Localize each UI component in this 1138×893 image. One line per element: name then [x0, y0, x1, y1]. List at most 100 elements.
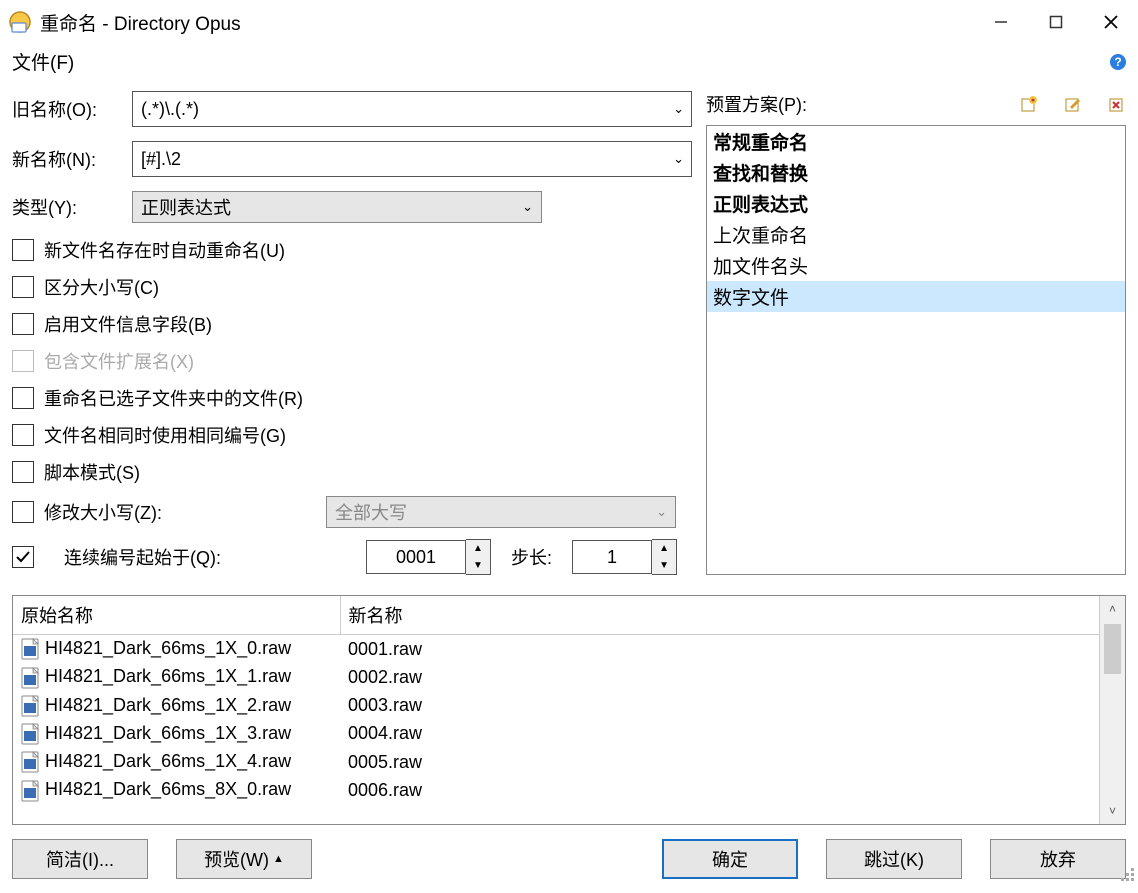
- help-icon[interactable]: ?: [1110, 54, 1126, 70]
- table-row[interactable]: HI4821_Dark_66ms_1X_2.raw0003.raw: [13, 692, 1099, 720]
- case-option-value: 全部大写: [335, 499, 407, 525]
- file-icon: [21, 723, 39, 745]
- script-mode-checkbox[interactable]: [12, 461, 34, 483]
- seq-start-spinner: ▲ ▼: [366, 539, 491, 575]
- modify-case-checkbox[interactable]: [12, 501, 34, 523]
- auto-rename-label: 新文件名存在时自动重命名(U): [44, 237, 285, 263]
- preview-button[interactable]: 预览(W)▲: [176, 839, 312, 879]
- cell-original: HI4821_Dark_66ms_1X_1.raw: [13, 663, 340, 691]
- delete-preset-icon[interactable]: [1108, 95, 1126, 113]
- table-row[interactable]: HI4821_Dark_66ms_1X_1.raw0002.raw: [13, 663, 1099, 691]
- seq-start-input[interactable]: [366, 540, 466, 574]
- add-preset-icon[interactable]: ✶: [1020, 95, 1038, 113]
- scroll-up-icon[interactable]: ˄: [1100, 596, 1125, 622]
- preset-item[interactable]: 数字文件: [707, 281, 1125, 312]
- col-newname[interactable]: 新名称: [340, 596, 1099, 635]
- cell-newname: 0001.raw: [340, 635, 1099, 664]
- abandon-button[interactable]: 放弃: [990, 839, 1126, 879]
- auto-rename-checkbox[interactable]: [12, 239, 34, 261]
- preset-item[interactable]: 加文件名头: [707, 250, 1125, 281]
- simple-button[interactable]: 简洁(I)...: [12, 839, 148, 879]
- presets-label: 预置方案(P):: [706, 91, 994, 117]
- app-icon: [8, 10, 32, 34]
- cell-original: HI4821_Dark_66ms_1X_0.raw: [13, 635, 340, 664]
- case-sensitive-checkbox[interactable]: [12, 276, 34, 298]
- old-name-input-wrap: ⌄: [132, 91, 692, 127]
- script-mode-label: 脚本模式(S): [44, 459, 140, 485]
- window-title: 重命名 - Directory Opus: [40, 9, 973, 36]
- rename-subfolders-label: 重命名已选子文件夹中的文件(R): [44, 385, 303, 411]
- include-ext-label: 包含文件扩展名(X): [44, 348, 194, 374]
- step-input[interactable]: [572, 540, 652, 574]
- step-up[interactable]: ▲: [652, 540, 676, 557]
- chevron-down-icon: ⌄: [656, 504, 667, 520]
- cell-newname: 0005.raw: [340, 748, 1099, 776]
- preset-item[interactable]: 正则表达式: [707, 188, 1125, 219]
- menu-bar: 文件(F) ?: [0, 44, 1138, 79]
- table-row[interactable]: HI4821_Dark_66ms_8X_0.raw0006.raw: [13, 776, 1099, 804]
- cell-newname: 0003.raw: [340, 692, 1099, 720]
- same-number-checkbox[interactable]: [12, 424, 34, 446]
- same-number-label: 文件名相同时使用相同编号(G): [44, 422, 286, 448]
- file-icon: [21, 780, 39, 802]
- table-row[interactable]: HI4821_Dark_66ms_1X_0.raw0001.raw: [13, 635, 1099, 664]
- seq-start-checkbox[interactable]: [12, 546, 34, 568]
- preview-pane: 原始名称 新名称 HI4821_Dark_66ms_1X_0.raw0001.r…: [12, 595, 1126, 825]
- minimize-button[interactable]: [973, 0, 1028, 44]
- case-option-select: 全部大写 ⌄: [326, 496, 676, 528]
- table-row[interactable]: HI4821_Dark_66ms_1X_3.raw0004.raw: [13, 720, 1099, 748]
- preset-item[interactable]: 常规重命名: [707, 126, 1125, 157]
- skip-button[interactable]: 跳过(K): [826, 839, 962, 879]
- new-name-input-wrap: ⌄: [132, 141, 692, 177]
- seq-start-down[interactable]: ▼: [466, 557, 490, 574]
- type-select-value: 正则表达式: [141, 194, 231, 220]
- seq-start-up[interactable]: ▲: [466, 540, 490, 557]
- file-icon: [21, 751, 39, 773]
- seq-start-label: 连续编号起始于(Q):: [64, 544, 346, 570]
- file-menu[interactable]: 文件(F): [12, 48, 74, 75]
- include-ext-checkbox: [12, 350, 34, 372]
- preset-list[interactable]: 常规重命名查找和替换正则表达式上次重命名加文件名头数字文件: [706, 125, 1126, 575]
- type-select[interactable]: 正则表达式 ⌄: [132, 191, 542, 223]
- case-sensitive-label: 区分大小写(C): [44, 274, 159, 300]
- file-icon: [21, 695, 39, 717]
- caret-up-icon: ▲: [273, 853, 284, 865]
- ok-button[interactable]: 确定: [662, 839, 798, 879]
- modify-case-label: 修改大小写(Z):: [44, 499, 326, 525]
- col-original[interactable]: 原始名称: [13, 596, 340, 635]
- resize-grip[interactable]: [1118, 865, 1134, 881]
- cell-original: HI4821_Dark_66ms_8X_0.raw: [13, 776, 340, 804]
- maximize-button[interactable]: [1028, 0, 1083, 44]
- scroll-down-icon[interactable]: ˅: [1100, 798, 1125, 824]
- svg-text:✶: ✶: [1030, 96, 1037, 105]
- title-bar: 重命名 - Directory Opus: [0, 0, 1138, 44]
- old-name-label: 旧名称(O):: [12, 96, 132, 122]
- preset-item[interactable]: 上次重命名: [707, 219, 1125, 250]
- edit-preset-icon[interactable]: [1064, 95, 1082, 113]
- new-name-input[interactable]: [132, 141, 692, 177]
- file-icon: [21, 638, 39, 660]
- step-label: 步长:: [511, 544, 552, 570]
- use-fileinfo-label: 启用文件信息字段(B): [44, 311, 212, 337]
- preview-scrollbar[interactable]: ˄ ˅: [1099, 596, 1125, 824]
- type-label: 类型(Y):: [12, 194, 132, 220]
- close-button[interactable]: [1083, 0, 1138, 44]
- file-icon: [21, 667, 39, 689]
- cell-original: HI4821_Dark_66ms_1X_4.raw: [13, 748, 340, 776]
- cell-newname: 0004.raw: [340, 720, 1099, 748]
- cell-newname: 0006.raw: [340, 776, 1099, 804]
- new-name-label: 新名称(N):: [12, 146, 132, 172]
- rename-subfolders-checkbox[interactable]: [12, 387, 34, 409]
- step-spinner: ▲ ▼: [572, 539, 677, 575]
- cell-newname: 0002.raw: [340, 663, 1099, 691]
- step-down[interactable]: ▼: [652, 557, 676, 574]
- cell-original: HI4821_Dark_66ms_1X_3.raw: [13, 720, 340, 748]
- cell-original: HI4821_Dark_66ms_1X_2.raw: [13, 692, 340, 720]
- chevron-down-icon: ⌄: [522, 199, 533, 215]
- scroll-track[interactable]: [1100, 622, 1125, 798]
- preset-item[interactable]: 查找和替换: [707, 157, 1125, 188]
- use-fileinfo-checkbox[interactable]: [12, 313, 34, 335]
- table-row[interactable]: HI4821_Dark_66ms_1X_4.raw0005.raw: [13, 748, 1099, 776]
- scroll-thumb[interactable]: [1104, 624, 1121, 674]
- old-name-input[interactable]: [132, 91, 692, 127]
